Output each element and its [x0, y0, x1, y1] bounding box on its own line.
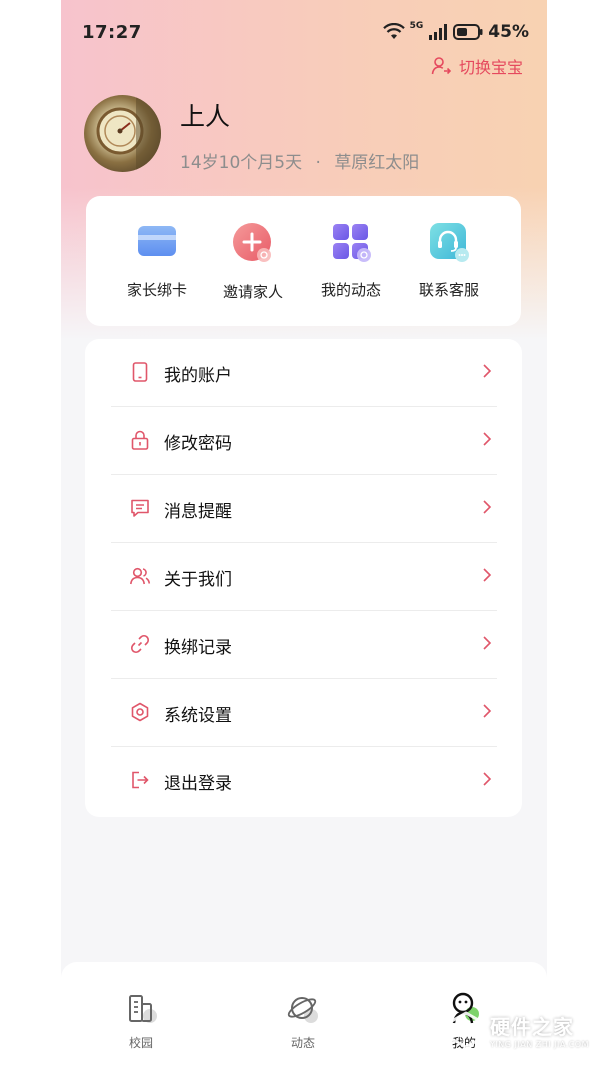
menu-item-my-account[interactable]: 我的账户	[111, 339, 497, 407]
quick-action-customer-service[interactable]: 联系客服	[404, 220, 494, 300]
settings-menu: 我的账户 修改密码 消息提醒 关于我们 换绑记录 系统设置 退出登录	[85, 339, 522, 817]
quick-action-bind-card[interactable]: 家长绑卡	[112, 220, 202, 300]
card-icon	[135, 220, 179, 264]
watermark-url: YING JIAN ZHI JIA.COM	[490, 1040, 589, 1049]
profile-screen: 17:27 5G 45% 切换宝宝 上人 14岁10个月5天 · 草原红太阳 家…	[61, 0, 547, 1080]
chevron-right-icon	[483, 500, 492, 514]
chevron-right-icon	[483, 704, 492, 718]
tab-label: 校园	[128, 1036, 153, 1050]
switch-baby-button[interactable]: 切换宝宝	[431, 54, 523, 78]
network-label: 5G	[409, 21, 424, 31]
message-icon	[131, 499, 149, 517]
chevron-right-icon	[483, 432, 492, 446]
building-icon	[129, 995, 157, 1023]
logout-icon	[132, 771, 149, 789]
users-icon	[130, 567, 151, 585]
chevron-right-icon	[483, 364, 492, 378]
tab-label: 动态	[290, 1036, 315, 1050]
menu-item-label: 关于我们	[164, 570, 232, 590]
menu-item-about-us[interactable]: 关于我们	[111, 543, 497, 611]
child-age: 14岁10个月5天	[180, 153, 303, 173]
menu-item-label: 修改密码	[164, 434, 232, 454]
avatar[interactable]	[84, 95, 161, 172]
watermark-text: 硬件之家	[490, 1015, 575, 1039]
status-icons: 5G 45%	[382, 21, 529, 42]
grid-icon	[329, 220, 373, 264]
switch-baby-label: 切换宝宝	[458, 58, 523, 77]
username: 上人	[180, 102, 231, 131]
menu-item-system-settings[interactable]: 系统设置	[111, 679, 497, 747]
quick-action-my-moments[interactable]: 我的动态	[306, 220, 396, 300]
wifi-icon	[382, 23, 405, 39]
chevron-right-icon	[483, 636, 492, 650]
quick-action-label: 我的动态	[320, 281, 381, 299]
planet-icon	[287, 997, 318, 1023]
menu-item-label: 消息提醒	[164, 502, 232, 522]
headset-icon	[427, 220, 471, 264]
switch-user-icon	[431, 57, 451, 75]
battery-percent: 45%	[488, 22, 529, 42]
status-bar: 17:27 5G 45%	[61, 18, 547, 48]
invite-plus-icon	[231, 222, 275, 266]
menu-item-label: 系统设置	[164, 706, 232, 726]
menu-item-logout[interactable]: 退出登录	[111, 747, 497, 815]
settings-hexagon-icon	[131, 702, 149, 722]
battery-icon	[453, 24, 483, 40]
watermark-logo-icon	[449, 1011, 483, 1049]
avatar-image	[96, 95, 161, 172]
menu-item-notifications[interactable]: 消息提醒	[111, 475, 497, 543]
child-info: 14岁10个月5天 · 草原红太阳	[180, 148, 419, 173]
quick-action-label: 邀请家人	[222, 283, 283, 301]
link-icon	[130, 634, 150, 654]
menu-item-label: 换绑记录	[164, 638, 232, 658]
phone-icon	[132, 362, 148, 382]
quick-action-invite-family[interactable]: 邀请家人	[208, 222, 298, 302]
quick-actions-card: 家长绑卡 邀请家人 我的动态 联系客服	[86, 196, 521, 326]
status-time: 17:27	[82, 22, 142, 43]
quick-action-label: 联系客服	[418, 281, 479, 299]
menu-item-rebind-records[interactable]: 换绑记录	[111, 611, 497, 679]
watermark: 硬件之家 YING JIAN ZHI JIA.COM	[446, 1010, 589, 1050]
menu-item-label: 退出登录	[164, 774, 232, 794]
tab-campus[interactable]: 校园	[101, 992, 181, 1051]
chevron-right-icon	[483, 772, 492, 786]
chevron-right-icon	[483, 568, 492, 582]
quick-action-label: 家长绑卡	[126, 281, 187, 299]
signal-icon	[429, 24, 448, 40]
class-name: 草原红太阳	[334, 153, 420, 173]
lock-icon	[131, 430, 149, 450]
menu-item-label: 我的账户	[164, 366, 232, 386]
menu-item-change-password[interactable]: 修改密码	[111, 407, 497, 475]
tab-moments[interactable]: 动态	[263, 992, 343, 1051]
info-separator: ·	[315, 153, 321, 173]
